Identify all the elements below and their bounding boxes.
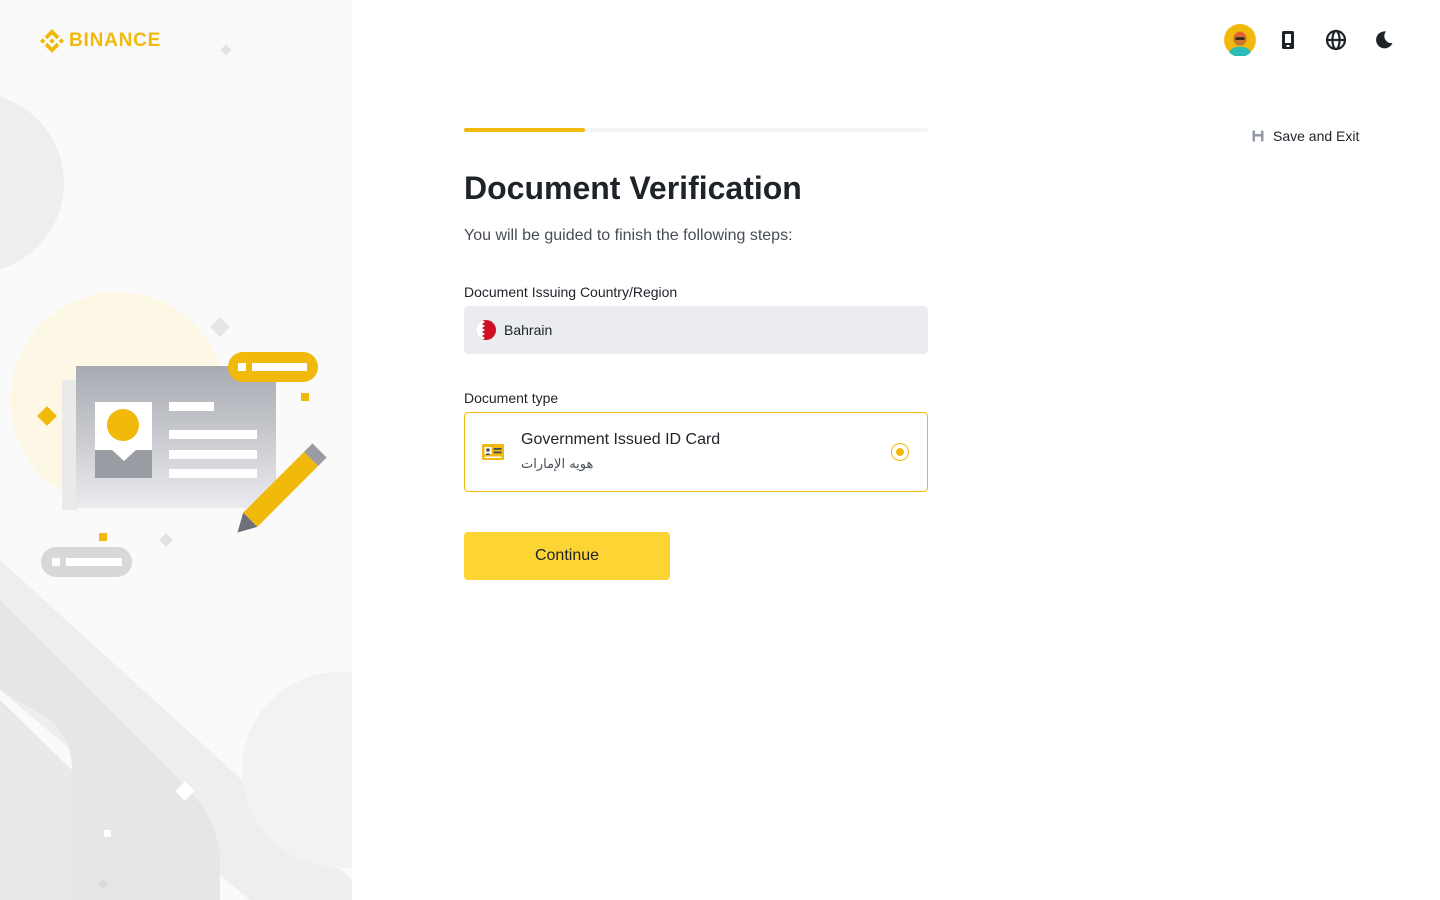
mobile-download-button[interactable]	[1272, 22, 1304, 58]
id-card-icon	[481, 440, 505, 464]
country-select[interactable]: Bahrain	[464, 306, 928, 354]
document-option-id-card[interactable]: Government Issued ID Card هويه الإمارات	[464, 412, 928, 492]
document-option-subtitle: هويه الإمارات	[521, 457, 594, 472]
mobile-download-icon	[1282, 31, 1294, 49]
moon-icon	[1376, 31, 1393, 49]
bahrain-flag-icon	[476, 320, 496, 340]
continue-button[interactable]: Continue	[464, 532, 670, 580]
save-icon	[1252, 130, 1264, 142]
avatar	[1224, 24, 1256, 56]
illustration-panel: BINANCE	[0, 0, 352, 900]
radio-selected-dot	[896, 448, 904, 456]
brand-name: BINANCE	[69, 30, 162, 51]
binance-logo[interactable]: BINANCE	[40, 29, 161, 53]
country-field-label: Document Issuing Country/Region	[464, 284, 678, 300]
id-card-illustration	[0, 44, 352, 900]
document-option-text: Government Issued ID Card هويه الإمارات	[521, 429, 720, 475]
theme-toggle-button[interactable]	[1368, 22, 1400, 58]
document-type-label: Document type	[464, 390, 559, 406]
progress-fill	[464, 128, 585, 132]
page-subtitle: You will be guided to finish the followi…	[464, 227, 793, 244]
page-title: Document Verification	[464, 170, 802, 206]
avatar-button[interactable]	[1224, 22, 1256, 58]
save-and-exit-label: Save and Exit	[1273, 128, 1360, 144]
document-option-radio[interactable]	[891, 443, 909, 461]
verification-form: Document Verification You will be guided…	[464, 128, 928, 580]
country-value: Bahrain	[504, 322, 553, 338]
progress-bar	[464, 128, 928, 132]
language-button[interactable]	[1320, 22, 1352, 58]
header-toolbar	[1224, 22, 1400, 58]
binance-logo-icon	[40, 29, 64, 53]
save-and-exit-button[interactable]: Save and Exit	[1252, 128, 1359, 144]
document-option-title: Government Issued ID Card	[521, 431, 721, 448]
globe-icon	[1325, 29, 1347, 51]
